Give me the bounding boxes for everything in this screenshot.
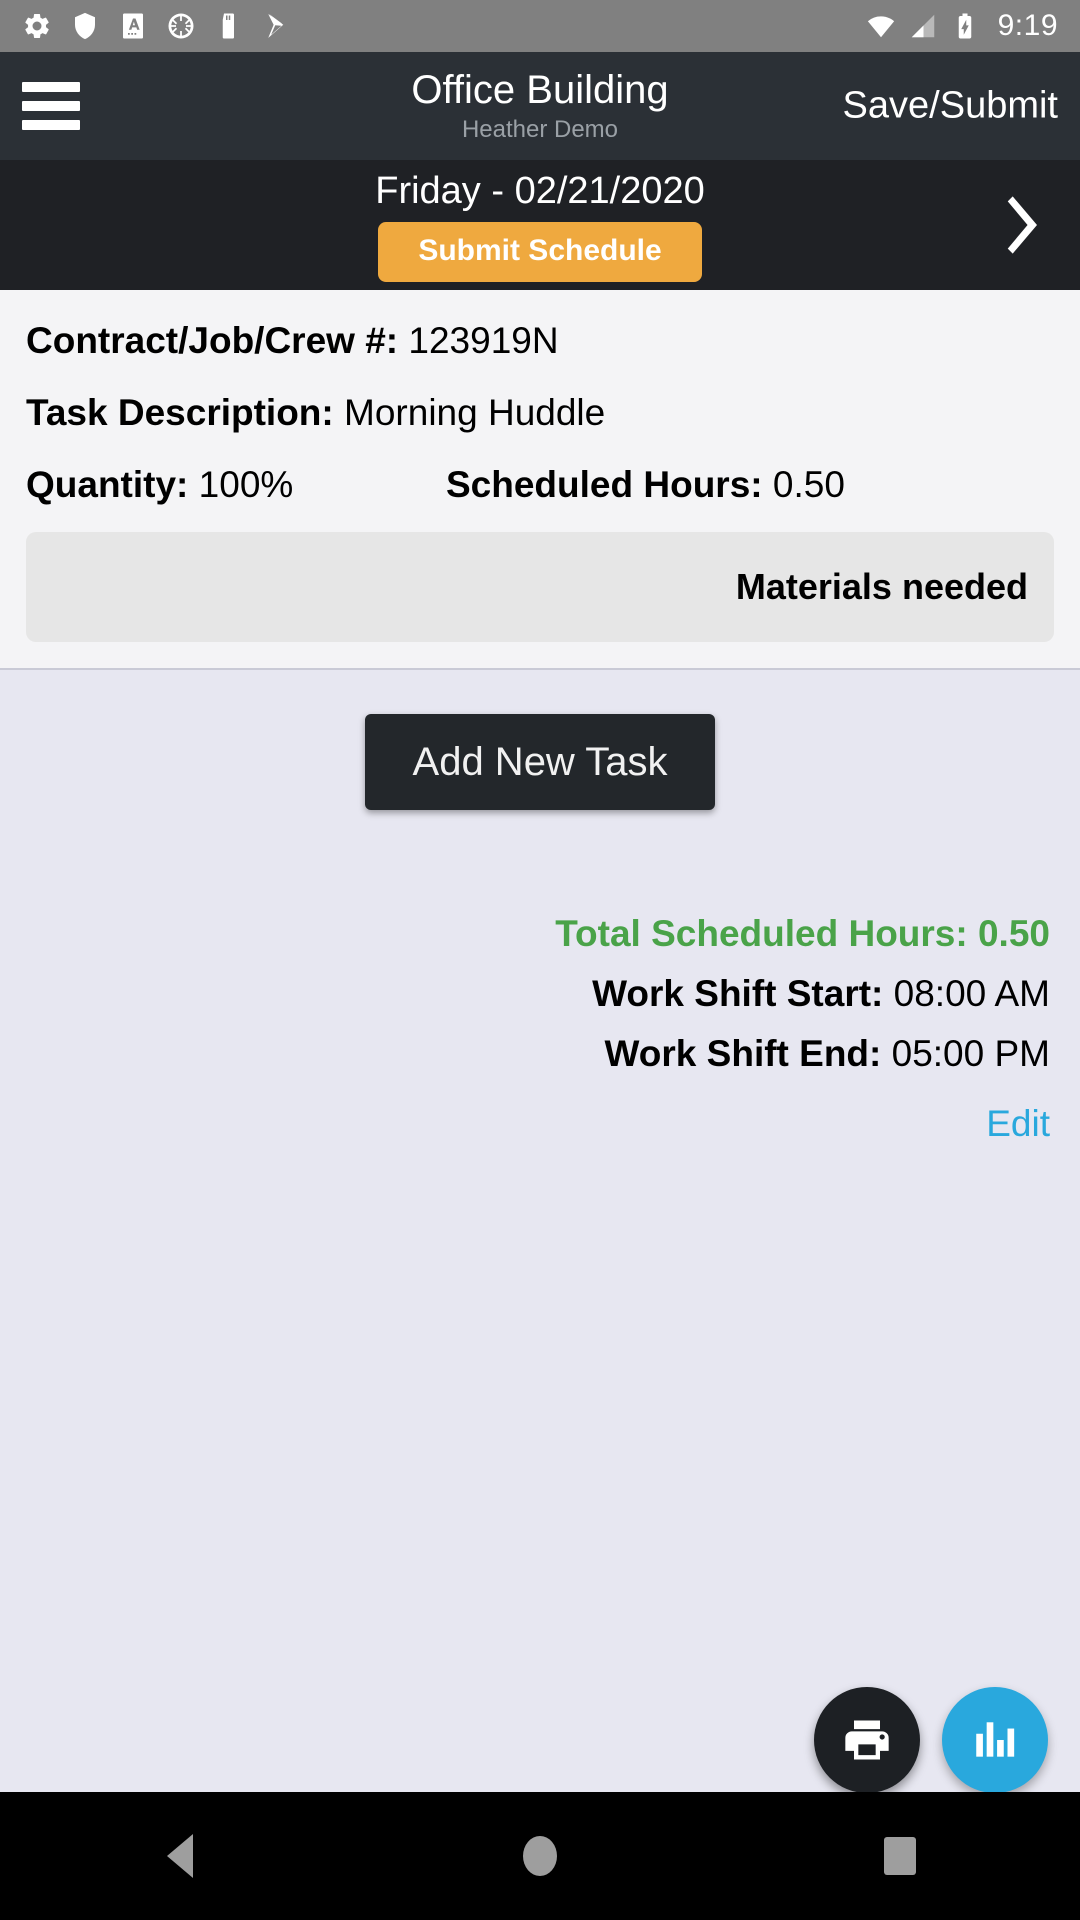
work-shift-start-value: 08:00 AM <box>893 973 1050 1014</box>
work-shift-end-label: Work Shift End: <box>604 1033 882 1074</box>
quantity-label: Quantity: <box>26 464 189 505</box>
total-scheduled-hours-row: Total Scheduled Hours: 0.50 <box>0 904 1050 964</box>
hamburger-menu-icon[interactable] <box>22 82 80 130</box>
work-shift-end-row: Work Shift End: 05:00 PM <box>0 1024 1050 1084</box>
battery-charging-icon <box>958 13 971 39</box>
task-description-row: Task Description: Morning Huddle <box>26 392 1054 434</box>
status-bar-left-icons <box>22 11 866 41</box>
contract-row: Contract/Job/Crew #: 123919N <box>26 320 1054 362</box>
quantity-hours-row: Quantity: 100% Scheduled Hours: 0.50 <box>26 464 1054 506</box>
scheduled-hours-value: 0.50 <box>772 464 845 505</box>
scheduled-hours-label: Scheduled Hours: <box>446 464 763 505</box>
quantity-group: Quantity: 100% <box>26 464 446 506</box>
task-card: Contract/Job/Crew #: 123919N Task Descri… <box>0 290 1080 670</box>
materials-needed-label: Materials needed <box>735 566 1028 607</box>
play-store-icon <box>268 13 284 38</box>
scheduled-hours-group: Scheduled Hours: 0.50 <box>446 464 1054 506</box>
cellular-signal-icon <box>911 14 934 38</box>
nav-home-button[interactable] <box>470 1806 610 1906</box>
nav-recents-button[interactable] <box>830 1806 970 1906</box>
shift-summary: Total Scheduled Hours: 0.50 Work Shift S… <box>0 904 1080 1084</box>
hamburger-bar <box>22 120 80 130</box>
nav-recents-icon <box>884 1837 916 1875</box>
nav-back-icon <box>167 1834 193 1878</box>
settings-gear-icon <box>25 13 49 38</box>
sd-card-icon <box>222 13 234 39</box>
nav-home-icon <box>523 1836 557 1876</box>
contract-label: Contract/Job/Crew #: <box>26 320 399 361</box>
contract-value: 123919N <box>408 320 559 361</box>
print-button[interactable] <box>814 1687 920 1793</box>
work-shift-start-row: Work Shift Start: 08:00 AM <box>0 964 1050 1024</box>
nav-back-button[interactable] <box>110 1806 250 1906</box>
current-date-label: Friday - 02/21/2020 <box>375 169 705 212</box>
android-status-bar: 9:19 <box>0 0 1080 52</box>
edit-shift-link[interactable]: Edit <box>0 1102 1080 1146</box>
app-bar: Office Building Heather Demo Save/Submit <box>0 52 1080 160</box>
task-description-label: Task Description: <box>26 392 334 433</box>
shield-icon <box>75 12 95 40</box>
total-scheduled-hours-label: Total Scheduled Hours: <box>555 913 968 954</box>
reports-chart-button[interactable] <box>942 1687 1048 1793</box>
printer-icon <box>845 1720 889 1760</box>
hamburger-bar <box>22 101 80 111</box>
submit-schedule-button[interactable]: Submit Schedule <box>378 221 702 282</box>
bar-chart-icon <box>976 1722 1015 1757</box>
android-navigation-bar <box>0 1792 1080 1920</box>
a-box-icon <box>123 13 143 39</box>
floating-action-buttons <box>814 1687 1048 1793</box>
add-task-row: Add New Task <box>0 714 1080 810</box>
phone-screen: 9:19 Office Building Heather Demo Save/S… <box>0 0 1080 1920</box>
task-description-value: Morning Huddle <box>344 392 606 433</box>
total-scheduled-hours-value: 0.50 <box>977 913 1050 954</box>
chevron-right-icon[interactable] <box>992 193 1046 257</box>
materials-needed-box[interactable]: Materials needed <box>26 532 1054 642</box>
quantity-value: 100% <box>198 464 294 505</box>
work-shift-end-value: 05:00 PM <box>891 1033 1050 1074</box>
status-bar-clock: 9:19 <box>997 9 1058 42</box>
date-bar: Friday - 02/21/2020 Submit Schedule <box>0 160 1080 290</box>
loading-spinner-icon <box>168 13 194 39</box>
work-shift-start-label: Work Shift Start: <box>592 973 884 1014</box>
wifi-icon <box>867 16 894 38</box>
summary-panel: Add New Task Total Scheduled Hours: 0.50… <box>0 670 1080 1793</box>
save-submit-button[interactable]: Save/Submit <box>843 85 1058 128</box>
status-bar-right-icons: 9:19 <box>866 9 1058 43</box>
add-new-task-button[interactable]: Add New Task <box>364 714 716 810</box>
hamburger-bar <box>22 82 80 92</box>
